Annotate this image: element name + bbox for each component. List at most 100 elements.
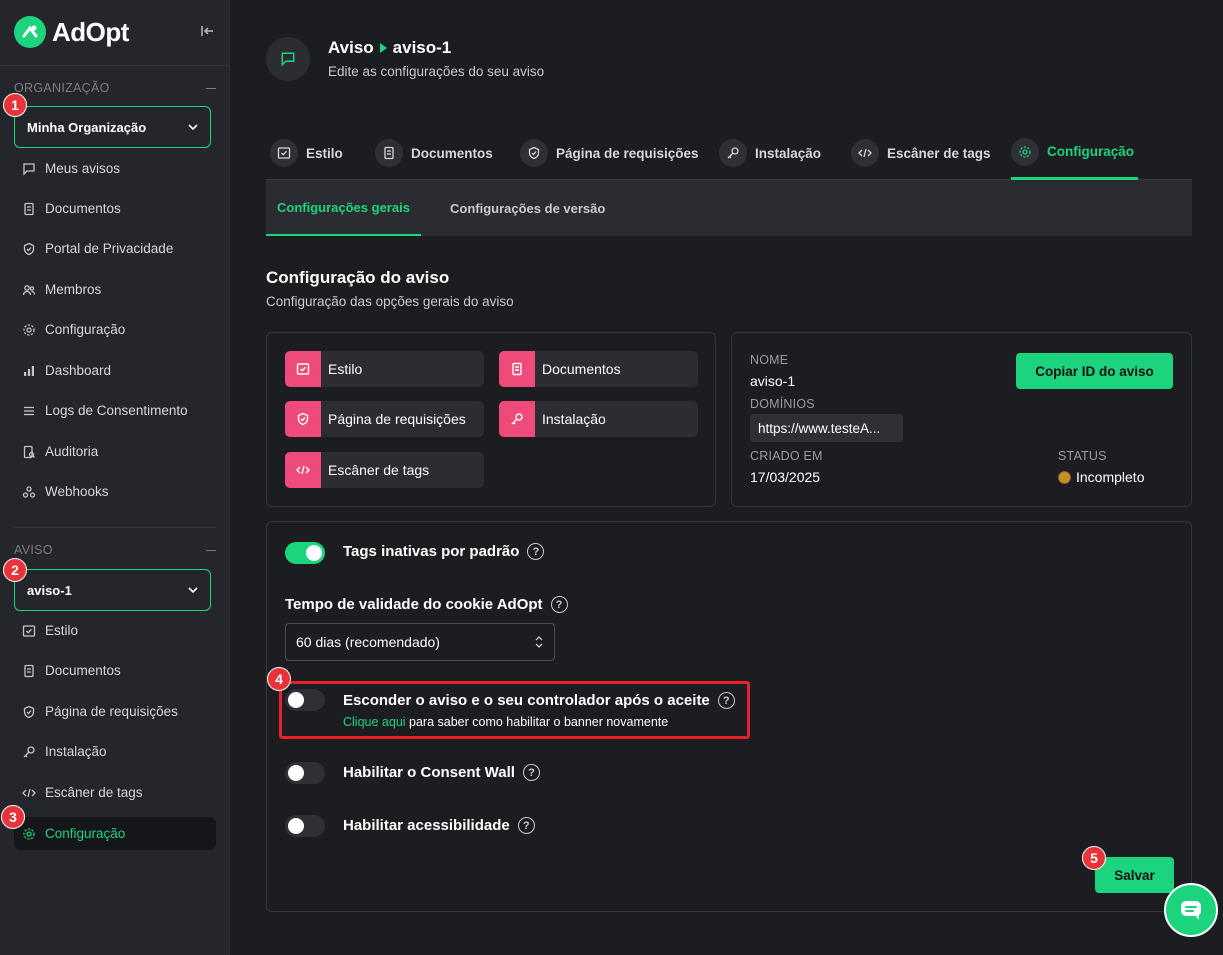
consent-wall-label: Habilitar o Consent Wall xyxy=(343,764,515,781)
help-icon[interactable]: ? xyxy=(517,817,535,834)
sidebar-item-estilo[interactable]: Estilo xyxy=(14,614,216,647)
shortcut-pagina-requisicoes-button[interactable]: Página de requisições xyxy=(285,401,484,437)
collapse-section-icon[interactable] xyxy=(206,549,216,551)
shield-icon xyxy=(22,242,36,256)
sidebar-item-documentos-aviso[interactable]: Documentos xyxy=(14,654,216,687)
org-section-header: ORGANIZAÇÃO xyxy=(14,81,216,95)
section-subtitle: Configuração das opções gerais do aviso xyxy=(266,294,514,309)
subtab-configuracoes-gerais[interactable]: Configurações gerais xyxy=(266,180,421,236)
tab-pagina-requisicoes[interactable]: Página de requisições xyxy=(520,126,699,180)
status-dot-icon xyxy=(1058,471,1071,484)
chevron-up-down-icon xyxy=(534,635,544,649)
shortcut-documentos-button[interactable]: Documentos xyxy=(499,351,698,387)
accessibility-toggle[interactable] xyxy=(285,815,325,837)
sidebar-item-dashboard[interactable]: Dashboard xyxy=(14,354,216,387)
copy-notice-id-button[interactable]: Copiar ID do aviso xyxy=(1016,353,1173,389)
subtab-configuracoes-versao[interactable]: Configurações de versão xyxy=(439,180,616,236)
key-icon xyxy=(719,139,747,167)
sidebar: AdOpt ORGANIZAÇÃO Minha Organização Meus… xyxy=(0,0,230,955)
sidebar-item-webhooks[interactable]: Webhooks xyxy=(14,475,216,508)
save-button[interactable]: Salvar xyxy=(1095,857,1174,893)
consent-wall-toggle[interactable] xyxy=(285,762,325,784)
annotation-badge-5: 5 xyxy=(1082,846,1106,870)
toggle-knob xyxy=(288,765,304,781)
sidebar-item-portal-privacidade[interactable]: Portal de Privacidade xyxy=(14,232,216,265)
tab-escaner-tags[interactable]: Escâner de tags xyxy=(851,126,991,180)
sidebar-item-configuracao[interactable]: Configuração xyxy=(14,817,216,850)
sidebar-item-pagina-requisicoes[interactable]: Página de requisições xyxy=(14,695,216,728)
gear-icon xyxy=(22,323,36,337)
shortcut-label: Página de requisições xyxy=(328,411,466,427)
document-icon xyxy=(22,202,36,216)
code-icon xyxy=(285,452,321,488)
status-value: Incompleto xyxy=(1076,469,1145,485)
org-section-label: ORGANIZAÇÃO xyxy=(14,81,110,95)
accessibility-label: Habilitar acessibilidade xyxy=(343,817,510,834)
help-icon[interactable]: ? xyxy=(550,596,568,613)
message-icon xyxy=(22,162,36,176)
created-value: 17/03/2025 xyxy=(750,469,821,485)
sidebar-item-membros[interactable]: Membros xyxy=(14,273,216,306)
breadcrumb-parent[interactable]: Aviso xyxy=(328,38,374,58)
inactive-tags-label: Tags inativas por padrão xyxy=(343,543,520,560)
notice-select-value: aviso-1 xyxy=(27,582,72,598)
tab-label: Documentos xyxy=(411,145,493,161)
shortcut-label: Instalação xyxy=(542,411,606,427)
cookie-validity-option: Tempo de validade do cookie AdOpt ? xyxy=(285,596,568,613)
cookie-validity-select[interactable]: 60 dias (recomendado) xyxy=(285,623,555,661)
document-icon xyxy=(499,351,535,387)
shortcut-label: Estilo xyxy=(328,361,363,377)
logo[interactable]: AdOpt xyxy=(14,14,129,50)
help-icon[interactable]: ? xyxy=(527,543,545,560)
annotation-badge-2: 2 xyxy=(3,558,27,582)
adopt-logo-icon xyxy=(14,16,46,48)
cookie-validity-label: Tempo de validade do cookie AdOpt xyxy=(285,596,543,613)
annotation-highlight-box xyxy=(279,681,750,739)
collapse-sidebar-icon[interactable] xyxy=(200,24,214,38)
notice-section-label: AVISO xyxy=(14,543,53,557)
shortcut-label: Documentos xyxy=(542,361,621,377)
domain-chip: https://www.testeA... xyxy=(750,414,903,442)
sidebar-item-label: Webhooks xyxy=(45,484,109,499)
tab-documentos[interactable]: Documentos xyxy=(375,126,493,180)
toggle-knob xyxy=(288,818,304,834)
sidebar-item-label: Escâner de tags xyxy=(45,785,143,800)
notice-select[interactable]: aviso-1 xyxy=(14,569,211,611)
sidebar-item-instalacao[interactable]: Instalação xyxy=(14,735,216,768)
annotation-badge-4: 4 xyxy=(267,667,291,691)
inactive-tags-option: Tags inativas por padrão ? xyxy=(343,543,545,560)
sidebar-item-logs[interactable]: Logs de Consentimento xyxy=(14,394,216,427)
sidebar-item-configuracao-org[interactable]: Configuração xyxy=(14,313,216,346)
section-title: Configuração do aviso xyxy=(266,268,450,287)
help-icon[interactable]: ? xyxy=(522,764,540,781)
sidebar-item-auditoria[interactable]: Auditoria xyxy=(14,435,216,468)
tab-configuracao[interactable]: Configuração xyxy=(1011,126,1139,180)
inactive-tags-toggle[interactable] xyxy=(285,542,325,564)
sidebar-item-label: Página de requisições xyxy=(45,704,178,719)
chart-icon xyxy=(22,364,36,378)
sidebar-item-escaner-tags[interactable]: Escâner de tags xyxy=(14,776,216,809)
document-icon xyxy=(375,139,403,167)
page-subtitle: Edite as configurações do seu aviso xyxy=(328,64,545,79)
shortcut-escaner-tags-button[interactable]: Escâner de tags xyxy=(285,452,484,488)
sidebar-item-meus-avisos[interactable]: Meus avisos xyxy=(14,152,216,185)
organization-select[interactable]: Minha Organização xyxy=(14,106,211,148)
collapse-section-icon[interactable] xyxy=(206,87,216,89)
shortcut-instalacao-button[interactable]: Instalação xyxy=(499,401,698,437)
chat-support-button[interactable] xyxy=(1164,883,1218,937)
annotation-badge-3: 3 xyxy=(1,805,25,829)
shield-icon xyxy=(520,139,548,167)
shortcut-estilo-button[interactable]: Estilo xyxy=(285,351,484,387)
tab-instalacao[interactable]: Instalação xyxy=(719,126,821,180)
chat-icon xyxy=(1179,899,1203,921)
subtab-bar: Configurações gerais Configurações de ve… xyxy=(266,180,1192,236)
sidebar-item-documentos[interactable]: Documentos xyxy=(14,192,216,225)
shortcut-label: Escâner de tags xyxy=(328,462,430,478)
breadcrumb-arrow-icon xyxy=(379,43,387,53)
breadcrumb-current: aviso-1 xyxy=(392,38,452,57)
domains-label: DOMÍNIOS xyxy=(750,397,815,411)
divider xyxy=(14,527,216,528)
sidebar-item-label: Portal de Privacidade xyxy=(45,241,174,256)
accessibility-option: Habilitar acessibilidade ? xyxy=(343,817,535,834)
tab-estilo[interactable]: Estilo xyxy=(270,126,343,180)
